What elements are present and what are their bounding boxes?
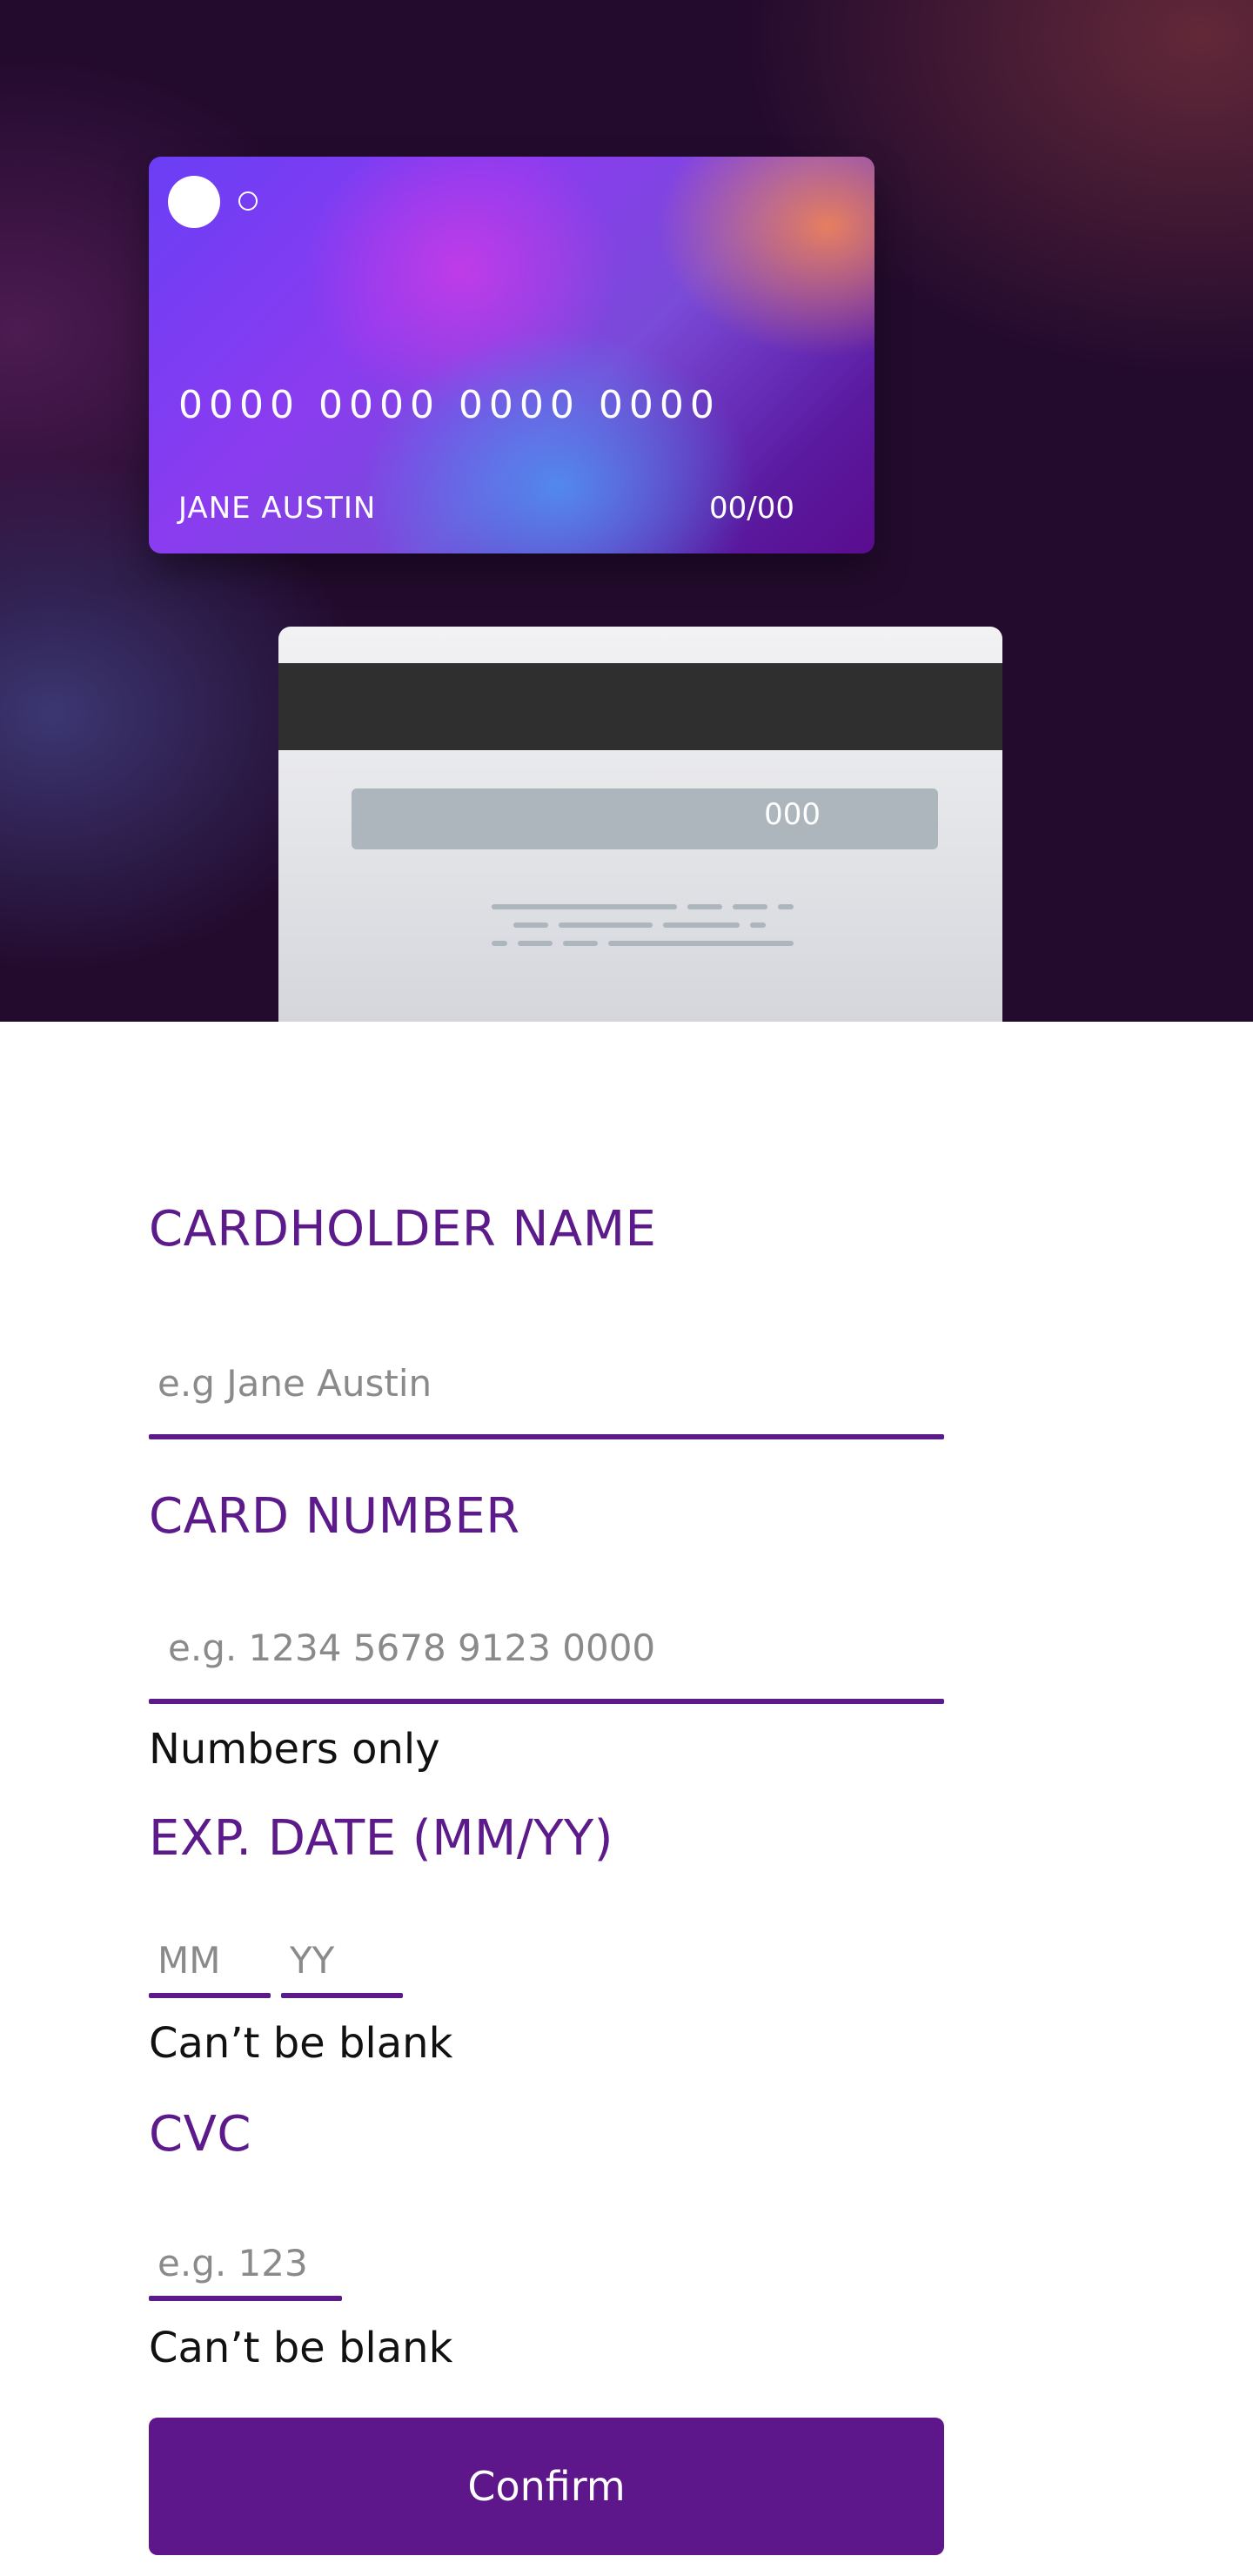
exp-month-input[interactable]: [149, 1929, 271, 1991]
card-back-line: [559, 922, 653, 928]
card-number-input[interactable]: [149, 1613, 944, 1681]
card-back-line: [518, 941, 553, 946]
exp-month-underline: [149, 1993, 271, 1998]
card-back-line: [750, 922, 766, 928]
exp-year-underline: [281, 1993, 403, 1998]
card-holder-display: JANE AUSTIN: [178, 491, 377, 526]
card-back-line: [513, 922, 548, 928]
cvc-error: Can’t be blank: [149, 2324, 453, 2372]
card-number-label: CARD NUMBER: [149, 1488, 520, 1545]
card-back-line: [663, 922, 740, 928]
card-cvc-display: 000: [764, 797, 821, 832]
card-number-underline: [149, 1699, 944, 1704]
exp-year-input[interactable]: [281, 1929, 403, 1991]
card-logo-filled-circle-icon: [168, 176, 220, 228]
magnetic-stripe: [278, 663, 1002, 750]
card-front: 0000 0000 0000 0000 JANE AUSTIN 00/00: [149, 157, 874, 553]
card-back: 000: [278, 627, 1002, 1022]
card-back-line: [778, 904, 794, 909]
card-number-display: 0000 0000 0000 0000: [178, 383, 720, 427]
card-back-line: [492, 941, 507, 946]
cvc-input[interactable]: [149, 2231, 342, 2294]
card-back-line: [608, 941, 794, 946]
card-back-line: [733, 904, 767, 909]
cardholder-name-underline: [149, 1434, 944, 1439]
card-back-line: [687, 904, 722, 909]
exp-date-label: EXP. DATE (MM/YY): [149, 1810, 613, 1867]
card-number-hint: Numbers only: [149, 1725, 440, 1774]
card-logo-outline-circle-icon: [238, 191, 258, 211]
card-back-line: [492, 904, 677, 909]
card-back-line: [563, 941, 598, 946]
cardholder-name-label: CARDHOLDER NAME: [149, 1201, 657, 1258]
cvc-underline: [149, 2296, 342, 2301]
confirm-button[interactable]: Confirm: [149, 2418, 944, 2555]
signature-panel: 000: [352, 788, 938, 849]
hero-background: 0000 0000 0000 0000 JANE AUSTIN 00/00 00…: [0, 0, 1253, 1022]
cardholder-name-input[interactable]: [149, 1349, 944, 1417]
exp-date-error: Can’t be blank: [149, 2019, 453, 2068]
cvc-label: CVC: [149, 2106, 252, 2163]
card-expiry-display: 00/00: [709, 491, 794, 526]
